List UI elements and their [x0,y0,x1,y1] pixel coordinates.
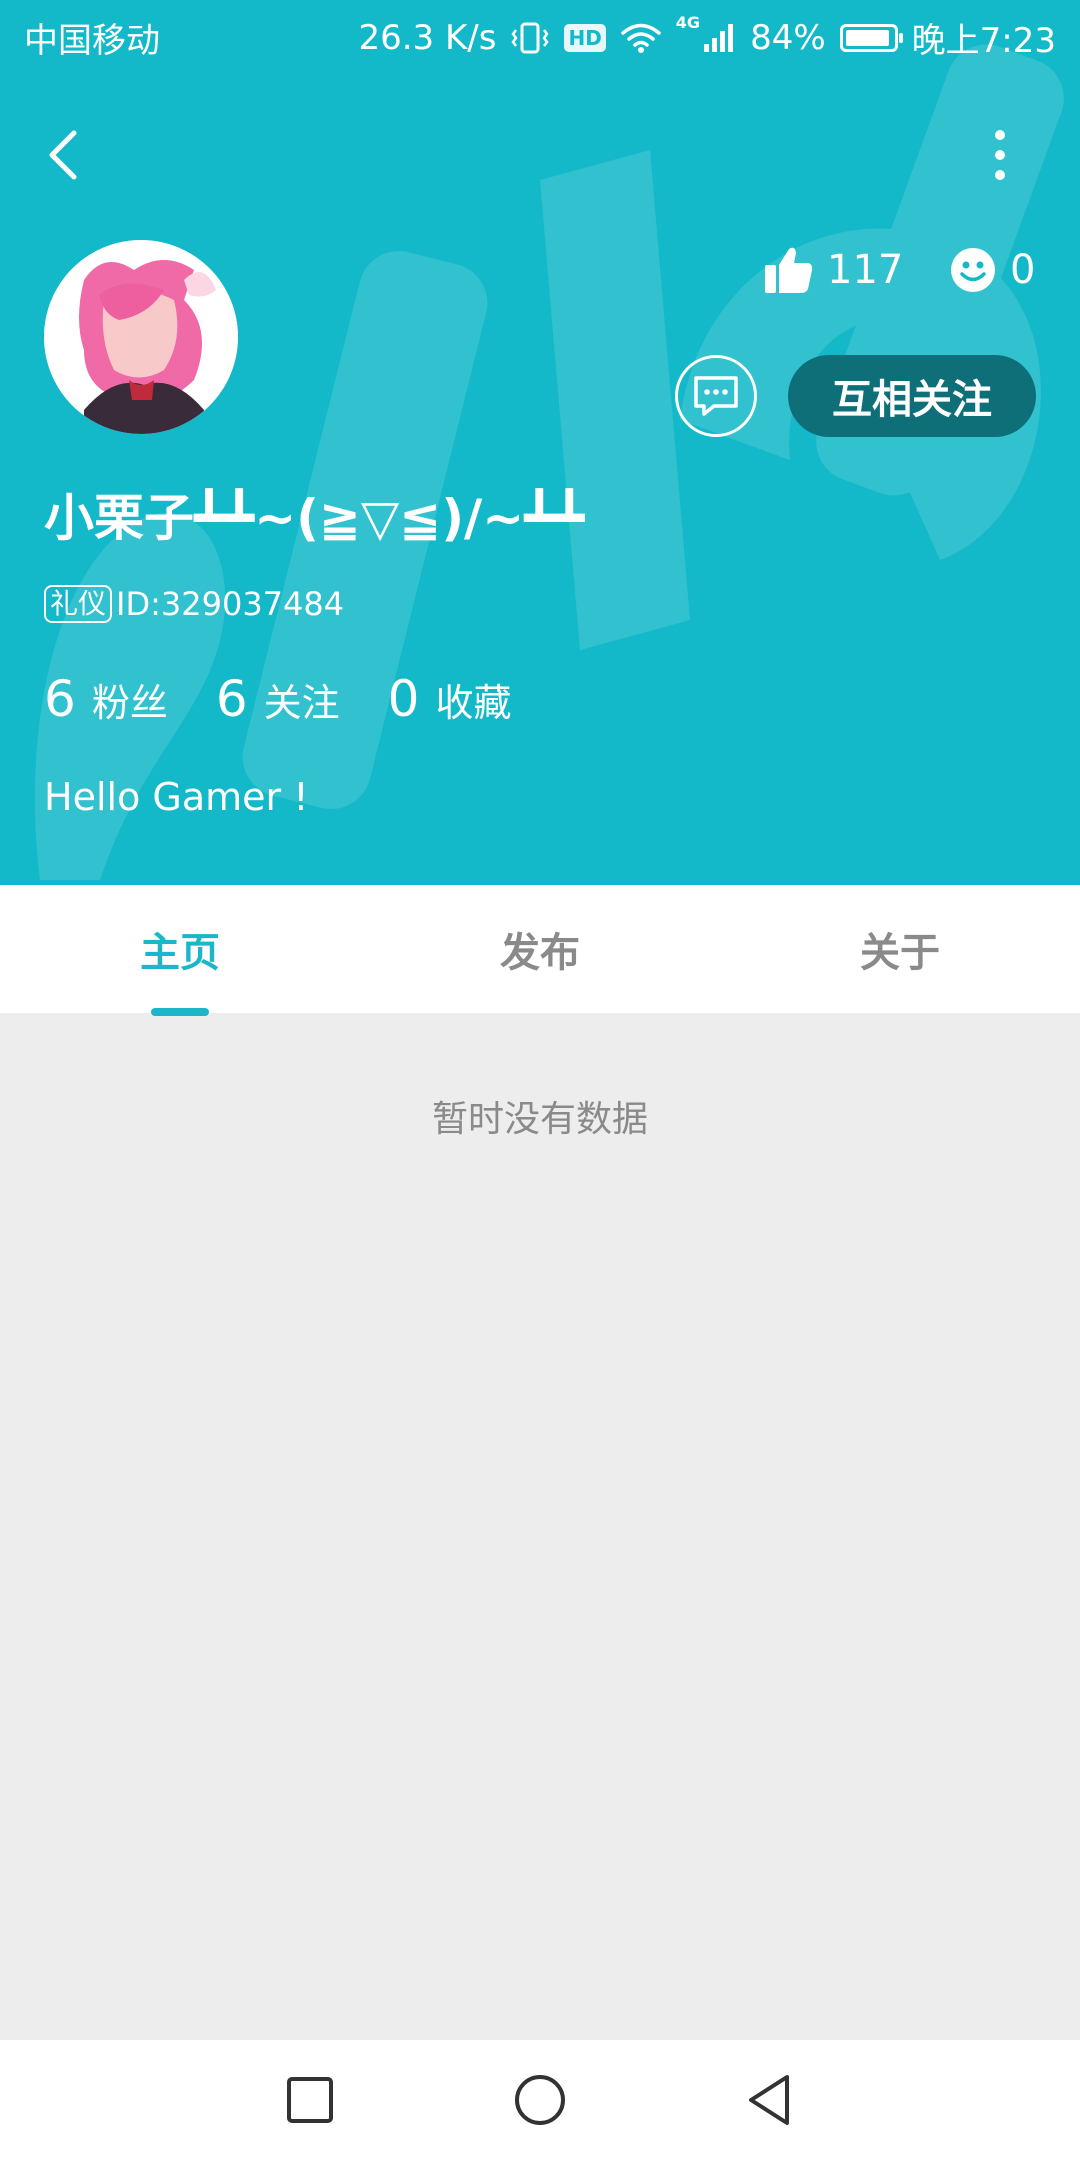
user-id-row: 礼仪 ID:329037484 [44,585,344,623]
followers-number: 6 [44,670,76,728]
smiles-stat[interactable]: 0 [950,240,1035,300]
square-icon [287,2077,333,2123]
tab-posts-label: 发布 [500,930,580,976]
back-arrow-icon [49,130,77,180]
more-options-button[interactable] [980,125,1020,185]
circle-icon [515,2075,565,2125]
profile-tabs: 主页 发布 关于 [0,885,1080,1013]
etiquette-badge: 礼仪 [44,585,113,623]
following-number: 6 [215,670,248,728]
profile-header: 中国移动 26.3 K/s HD 4G 84% 晚上7:23 117 0 互相关… [0,0,1080,885]
favorites-count[interactable]: 0 收藏 [388,670,512,728]
tab-posts[interactable]: 发布 [360,885,720,1013]
battery-icon [839,23,903,52]
hd-badge: HD [564,23,606,52]
vibrate-icon [511,22,550,53]
clock: 晚上7:23 [911,21,1056,61]
active-tab-indicator [151,1008,209,1016]
chat-bubble-icon [694,376,738,416]
avatar[interactable] [44,240,238,434]
recent-apps-button[interactable] [280,2070,340,2130]
battery-percent: 84% [750,17,826,58]
followers-count[interactable]: 6 粉丝 [44,670,168,728]
favorites-label: 收藏 [435,681,512,725]
favorites-number: 0 [387,670,420,728]
likes-count: 117 [827,247,904,293]
profile-screen: 中国移动 26.3 K/s HD 4G 84% 晚上7:23 117 0 互相关… [0,0,1080,2160]
network-speed: 26.3 K/s [358,17,497,58]
network-type: 4G [675,13,701,32]
more-vertical-icon [995,130,1005,180]
avatar-image [44,240,238,434]
followers-label: 粉丝 [91,681,168,725]
system-nav-bar [0,2040,1080,2160]
status-indicators: 26.3 K/s HD 4G 84% 晚上7:23 [358,13,1056,62]
wifi-icon [621,23,661,53]
tab-about[interactable]: 关于 [720,885,1080,1013]
back-button[interactable] [40,125,90,185]
carrier-name: 中国移动 [24,21,160,61]
likes-stat[interactable]: 117 [765,240,903,300]
message-button[interactable] [675,355,757,437]
following-count[interactable]: 6 关注 [216,670,340,728]
triangle-back-icon [749,2075,789,2125]
mutual-follow-button[interactable]: 互相关注 [788,355,1036,437]
tab-home-label: 主页 [140,930,220,976]
smiles-count: 0 [1010,247,1036,293]
user-id: ID:329037484 [116,585,345,623]
following-label: 关注 [263,681,340,725]
status-bar: 中国移动 26.3 K/s HD 4G 84% 晚上7:23 [0,0,1080,75]
watermark-logo [34,44,1064,880]
back-nav-button[interactable] [740,2070,800,2130]
signal-icon [704,23,734,52]
user-bio: Hello Gamer ! [44,775,309,819]
profile-counts: 6 粉丝 6 关注 0 收藏 [44,670,559,728]
tab-home[interactable]: 主页 [0,885,360,1013]
empty-state-message: 暂时没有数据 [431,1099,648,1140]
home-button[interactable] [510,2070,570,2130]
tab-about-label: 关于 [860,930,940,976]
thumbs-up-icon [765,247,813,293]
username: 小栗子┻┻~(≧▽≦)/~┻┻ [44,489,585,547]
smile-icon [951,248,995,292]
